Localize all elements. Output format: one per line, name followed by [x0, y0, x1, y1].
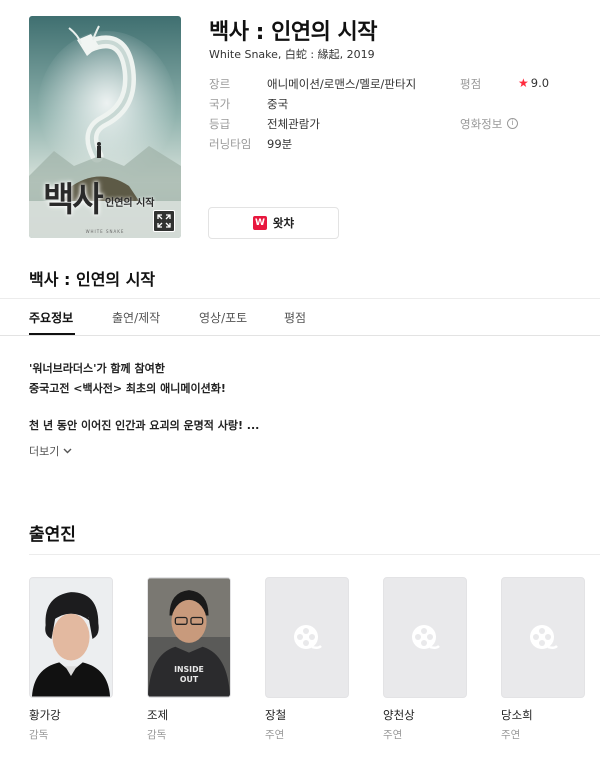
cast-card[interactable]: 장철 주연 — [265, 577, 349, 742]
cast-photo[interactable]: INSIDE OUT — [147, 577, 231, 698]
cast-card[interactable]: 당소희 주연 — [501, 577, 585, 742]
cast-name[interactable]: 조제 — [147, 707, 231, 723]
more-label: 더보기 — [29, 445, 60, 458]
tab-cast-crew[interactable]: 출연/제작 — [112, 309, 160, 326]
cast-role: 감독 — [147, 729, 167, 741]
movie-title: 백사 : 인연의 시작 — [209, 20, 377, 45]
description-line-1: '워너브라더스'가 함께 참여한 — [29, 362, 165, 375]
grade-label: 등급 — [209, 117, 231, 131]
poster-subtitle-art: 인연의 시작 — [105, 198, 155, 209]
tabs-divider-top — [0, 298, 600, 299]
tabs-divider-bottom — [0, 335, 600, 336]
cast-name[interactable]: 황가강 — [29, 707, 113, 723]
country-label: 국가 — [209, 97, 231, 111]
cast-divider — [29, 554, 600, 555]
cast-name[interactable]: 양천상 — [383, 707, 467, 723]
grade-value: 전체관람가 — [267, 117, 320, 131]
rating-label: 평점 — [460, 77, 482, 91]
expand-icon — [157, 214, 171, 228]
cast-section-title: 출연진 — [29, 525, 76, 545]
movie-original-title: White Snake, 白蛇 : 緣起, 2019 — [209, 48, 375, 61]
film-reel-icon — [530, 624, 558, 649]
genre-value: 애니메이션/로맨스/멜로/판타지 — [267, 77, 417, 91]
cast-photo-placeholder[interactable] — [501, 577, 585, 698]
expand-poster-button[interactable] — [153, 210, 175, 232]
tab-video-photo[interactable]: 영상/포토 — [199, 309, 247, 326]
cast-card[interactable]: 양천상 주연 — [383, 577, 467, 742]
cast-role: 주연 — [265, 729, 285, 741]
watcha-logo-icon: W — [252, 216, 267, 230]
genre-label: 장르 — [209, 77, 231, 91]
country-value: 중국 — [267, 97, 289, 111]
person-photo — [30, 578, 112, 697]
watcha-button[interactable]: W 왓챠 — [208, 207, 339, 239]
cast-role: 주연 — [501, 729, 521, 741]
cast-photo[interactable] — [29, 577, 113, 698]
runtime-label: 러닝타임 — [209, 137, 252, 151]
cast-role: 주연 — [383, 729, 403, 741]
cast-name[interactable]: 당소희 — [501, 707, 585, 723]
description-line-2: 중국고전 <백사전> 최초의 애니메이션화! — [29, 382, 226, 395]
chevron-down-icon — [63, 448, 72, 454]
description-line-3: 천 년 동안 이어진 인간과 요괴의 운명적 사랑! ... — [29, 419, 260, 432]
cast-card[interactable]: 황가강 감독 — [29, 577, 113, 742]
runtime-value: 99분 — [267, 137, 293, 151]
movie-poster[interactable]: 백사 인연의 시작 WHITE SNAKE — [29, 16, 181, 238]
cast-photo-placeholder[interactable] — [265, 577, 349, 698]
svg-text:OUT: OUT — [180, 675, 199, 684]
info-icon[interactable]: i — [507, 118, 518, 129]
cast-name[interactable]: 장철 — [265, 707, 349, 723]
more-button[interactable]: 더보기 — [29, 443, 72, 459]
rating-value: 9.0 — [530, 76, 550, 90]
star-icon: ★ — [518, 76, 529, 90]
person-photo: INSIDE OUT — [148, 578, 230, 697]
cast-role: 감독 — [29, 729, 49, 741]
tab-rating[interactable]: 평점 — [284, 309, 306, 326]
movie-info-label: 영화정보 — [460, 117, 503, 131]
cast-card[interactable]: INSIDE OUT 조제 감독 — [147, 577, 231, 742]
film-reel-icon — [412, 624, 440, 649]
watcha-label: 왓챠 — [272, 216, 295, 230]
cast-photo-placeholder[interactable] — [383, 577, 467, 698]
film-reel-icon — [294, 624, 322, 649]
rating-value-group: ★ 9.0 — [518, 76, 549, 90]
svg-text:INSIDE: INSIDE — [174, 665, 204, 674]
poster-title-art: 백사 — [43, 180, 104, 220]
tab-main-info[interactable]: 주요정보 — [29, 309, 73, 326]
section-title: 백사 : 인연의 시작 — [29, 270, 156, 289]
